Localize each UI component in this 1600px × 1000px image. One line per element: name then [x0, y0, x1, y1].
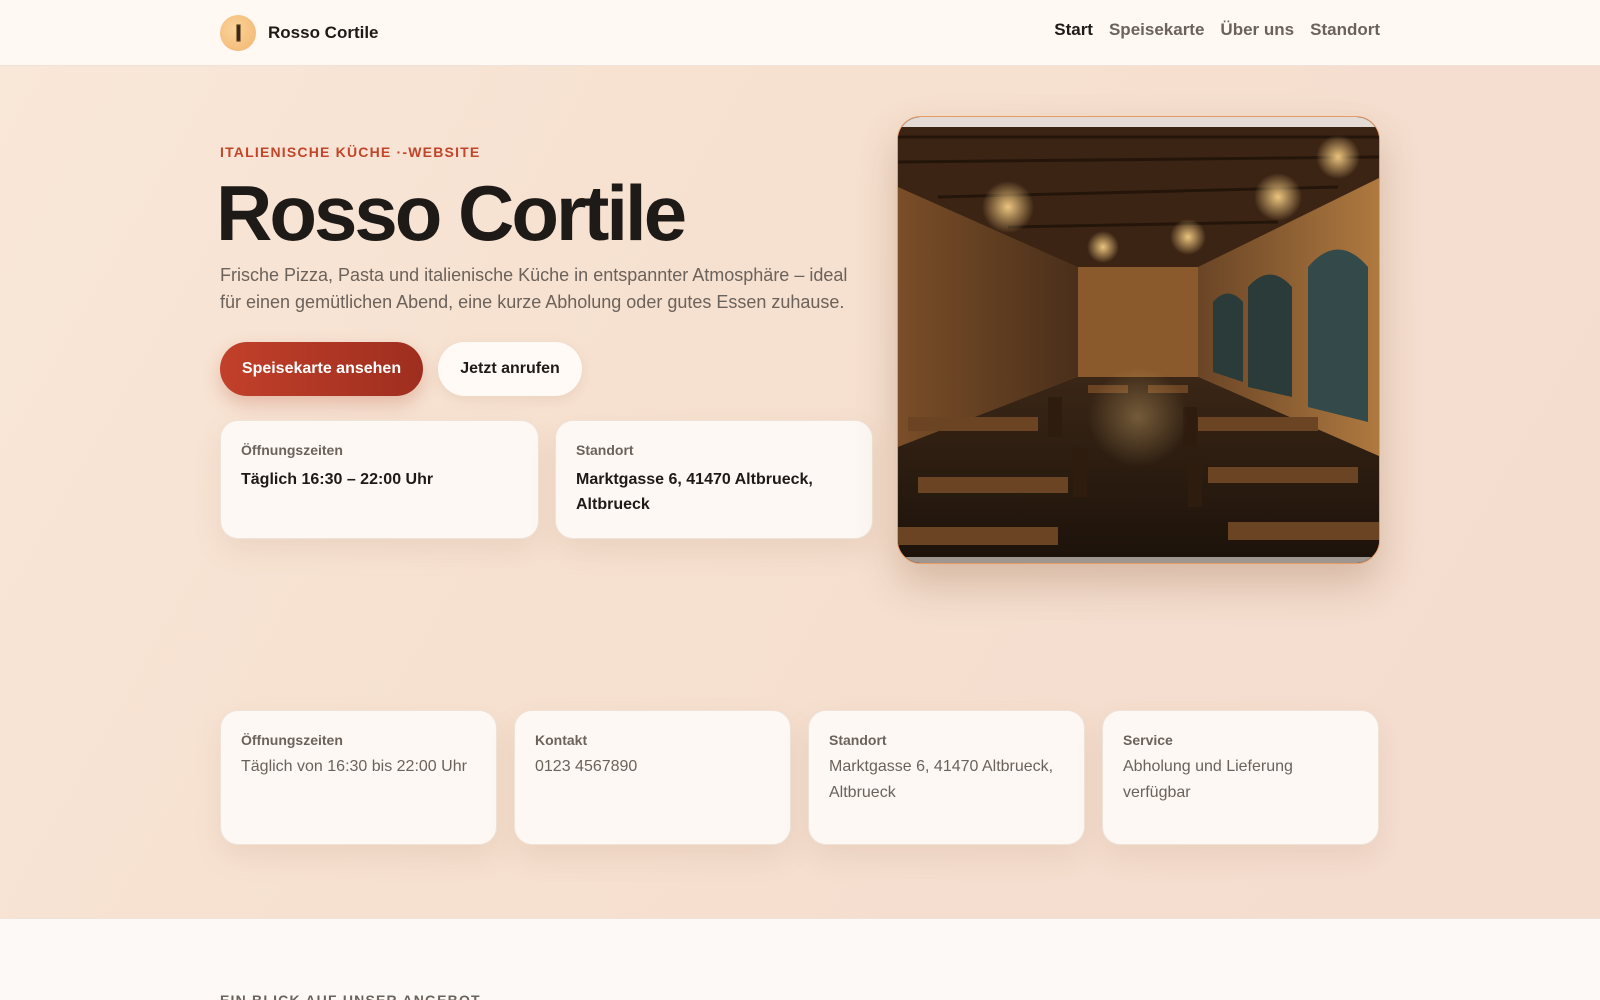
call-button[interactable]: Jetzt anrufen [438, 342, 582, 396]
menu-button[interactable]: Speisekarte ansehen [220, 342, 423, 396]
info-card-location: Standort Marktgasse 6, 41470 Altbrueck, … [808, 710, 1085, 845]
hero-hours-label: Öffnungszeiten [241, 442, 343, 458]
offer-eyebrow: Ein Blick auf unser Angebot [220, 992, 481, 1000]
info-card-label: Öffnungszeiten [241, 732, 343, 748]
info-card-label: Service [1123, 732, 1173, 748]
site-header: Rosso Cortile Start Speisekarte Über uns… [0, 0, 1600, 66]
restaurant-interior-image [897, 116, 1380, 564]
offer-section: Ein Blick auf unser Angebot [0, 918, 1600, 1000]
restaurant-interior-illustration [898, 117, 1379, 563]
hero-lead: Frische Pizza, Pasta und italienische Kü… [220, 265, 848, 312]
hero-location-label: Standort [576, 442, 634, 458]
info-card-value: Marktgasse 6, 41470 Altbrueck, Altbrueck [829, 758, 1054, 801]
info-card-value: Abholung und Lieferung verfügbar [1123, 758, 1293, 801]
info-card-label: Kontakt [535, 732, 588, 748]
hero-location-card: Standort Marktgasse 6, 41470 Altbrueck, … [555, 420, 873, 539]
hero-hours-value: Täglich 16:30 – 22:00 Uhr [241, 471, 434, 488]
info-card-contact: Kontakt 0123 4567890 [514, 710, 791, 845]
info-card-phone[interactable]: 0123 4567890 [535, 754, 770, 780]
hero-location-value: Marktgasse 6, 41470 Altbrueck, Altbrueck [576, 471, 813, 513]
info-card-label: Standort [829, 732, 887, 748]
nav-ueber-uns[interactable]: Über uns [1220, 20, 1294, 40]
brand[interactable]: Rosso Cortile [220, 15, 379, 51]
main-nav: Start Speisekarte Über uns Standort [1054, 20, 1380, 40]
info-card-hours: Öffnungszeiten Täglich von 16:30 bis 22:… [220, 710, 497, 845]
hero-title: Rosso Cortile [216, 169, 687, 257]
nav-standort[interactable]: Standort [1310, 20, 1380, 40]
nav-speisekarte[interactable]: Speisekarte [1109, 20, 1204, 40]
nav-start[interactable]: Start [1054, 20, 1093, 40]
info-card-service: Service Abholung und Lieferung verfügbar [1102, 710, 1379, 845]
info-card-value: Täglich von 16:30 bis 22:00 Uhr [241, 758, 467, 775]
logo-icon [220, 15, 256, 51]
hero-eyebrow: Italienische Küche ·-Website [220, 144, 481, 160]
hero-hours-card: Öffnungszeiten Täglich 16:30 – 22:00 Uhr [220, 420, 539, 539]
brand-name: Rosso Cortile [268, 23, 379, 42]
hero-section: Italienische Küche ·-Website Rosso Corti… [0, 66, 1600, 918]
